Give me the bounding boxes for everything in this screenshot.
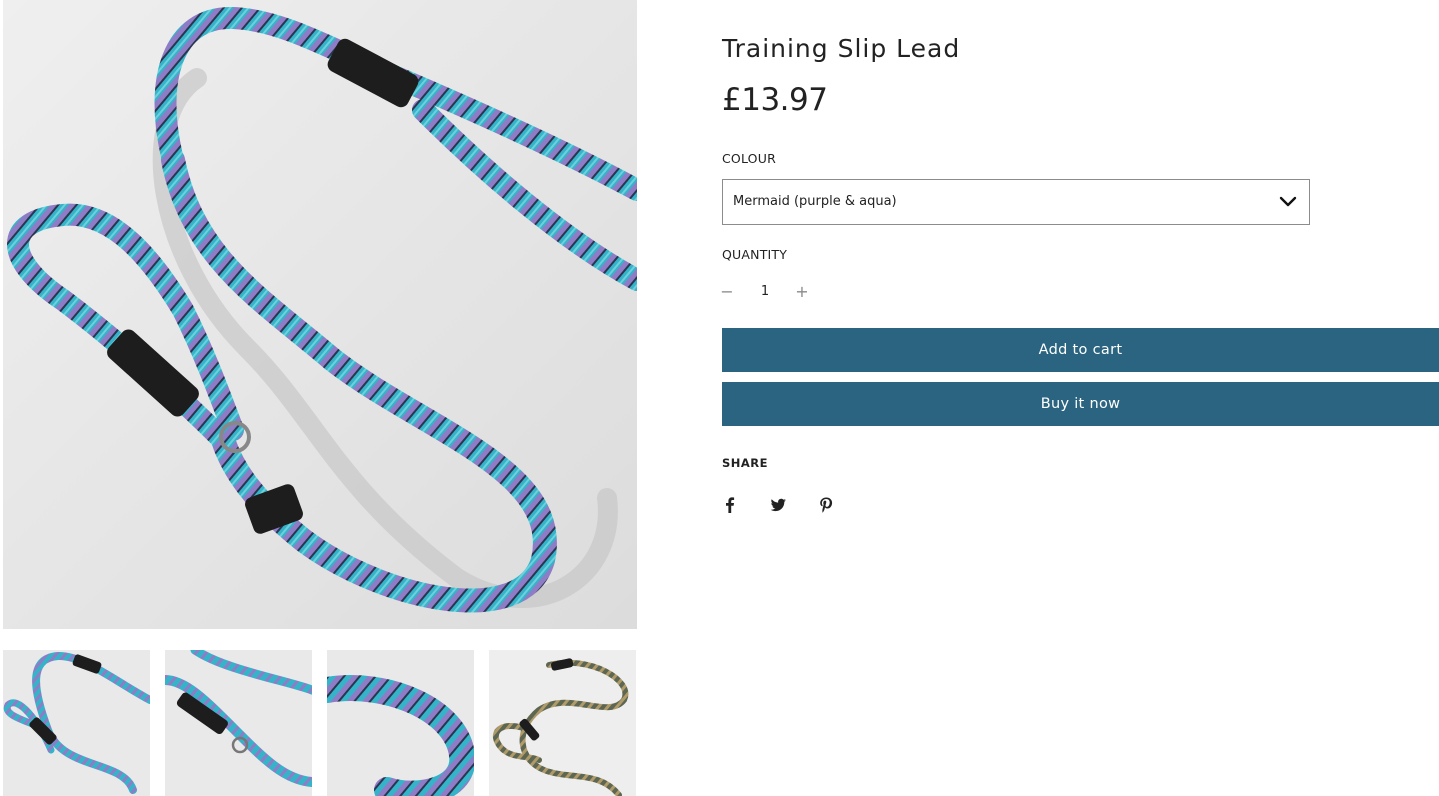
colour-label: COLOUR [722,151,776,166]
product-price: £13.97 [722,82,828,118]
main-product-image[interactable] [3,0,637,629]
colour-select[interactable]: Mermaid (purple & aqua) [722,179,1310,225]
quantity-input[interactable]: 1 [752,278,778,306]
thumbnail-3[interactable] [327,650,474,796]
slip-lead-photo [3,0,637,629]
thumbnail-2-image [165,650,312,796]
colour-selected-value: Mermaid (purple & aqua) [733,194,897,209]
quantity-decrease-button[interactable]: − [717,278,737,306]
thumbnail-4[interactable] [489,650,636,796]
thumbnail-3-image [327,650,474,796]
thumbnail-4-image [489,650,636,796]
facebook-icon[interactable] [720,495,740,515]
chevron-down-icon [1279,196,1297,207]
share-label: SHARE [722,456,769,470]
add-to-cart-button[interactable]: Add to cart [722,328,1439,372]
buy-it-now-button[interactable]: Buy it now [722,382,1439,426]
quantity-increase-button[interactable]: + [792,278,812,306]
thumbnail-1[interactable] [3,650,150,796]
thumbnail-strip [3,650,637,796]
product-title: Training Slip Lead [722,34,961,63]
product-page: Training Slip Lead £13.97 COLOUR Mermaid… [0,0,1439,796]
quantity-stepper: − 1 + [720,278,822,306]
pinterest-icon[interactable] [816,495,836,515]
thumbnail-2[interactable] [165,650,312,796]
thumbnail-1-image [3,650,150,796]
twitter-icon[interactable] [768,495,788,515]
quantity-label: QUANTITY [722,247,788,262]
